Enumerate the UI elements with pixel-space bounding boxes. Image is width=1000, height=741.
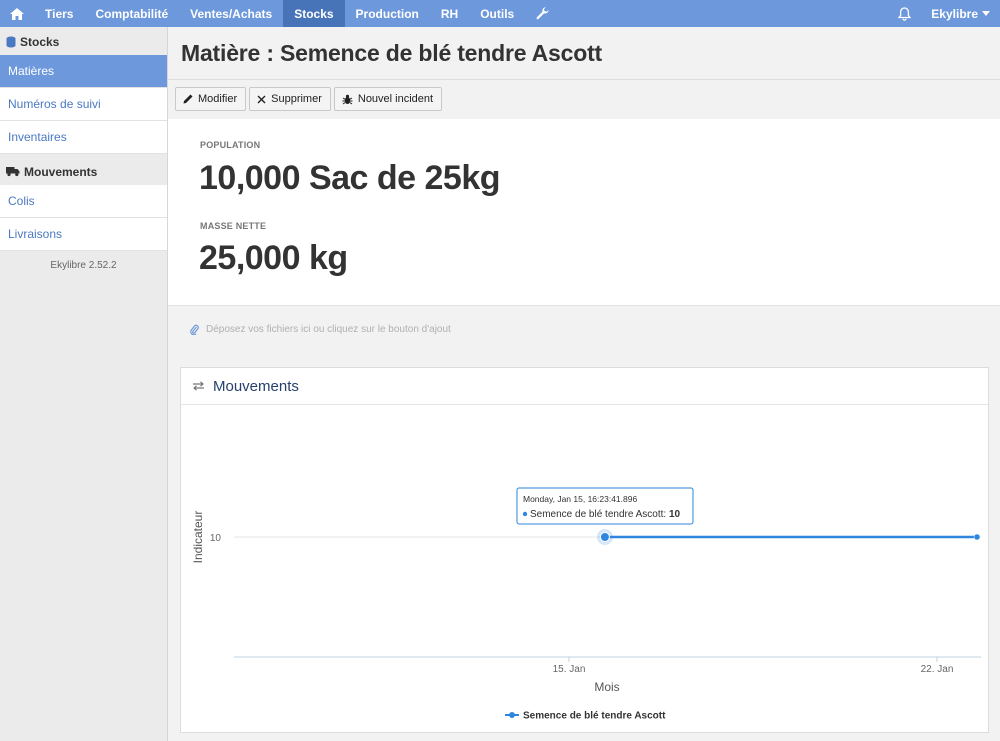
y-tick-label: 10: [210, 533, 222, 544]
movements-line-chart: 10 15. Jan 22. Jan Mois Indicateur Monda…: [191, 487, 981, 722]
user-name: Ekylibre: [931, 6, 978, 21]
nav-tiers[interactable]: Tiers: [34, 0, 84, 27]
sidebar-item-inventaires[interactable]: Inventaires: [0, 121, 167, 154]
edit-button[interactable]: Modifier: [175, 87, 247, 111]
legend-label: Semence de blé tendre Ascott: [523, 711, 666, 722]
tooltip-series-name: Semence de blé tendre Ascott: [530, 509, 664, 520]
home-icon[interactable]: [0, 0, 34, 27]
sidebar-item-matieres[interactable]: Matières: [0, 55, 167, 88]
new-incident-button[interactable]: Nouvel incident: [333, 87, 443, 111]
close-icon: [257, 95, 266, 104]
page-title: Matière : Semence de blé tendre Ascott: [181, 40, 603, 66]
series-layer: [596, 529, 981, 545]
sidebar-section-mouvements: Mouvements: [0, 158, 167, 185]
delete-button[interactable]: Supprimer: [249, 87, 331, 111]
svg-text:Semence de blé tendre Ascott:: Semence de blé tendre Ascott: 10: [530, 509, 681, 520]
top-navbar: Tiers Comptabilité Ventes/Achats Stocks …: [0, 0, 1000, 27]
caret-down-icon: [982, 11, 990, 16]
database-icon: [6, 36, 16, 48]
legend-marker: [509, 712, 515, 718]
chart-card-header: Mouvements: [181, 368, 988, 405]
dropzone-text: Déposez vos fichiers ici ou cliquez sur …: [206, 324, 451, 335]
population-value: 10,000 Sac de 25kg: [199, 159, 501, 197]
delete-button-label: Supprimer: [271, 93, 322, 105]
x-tick-label: 15. Jan: [553, 664, 586, 675]
sidebar-section-stocks: Stocks: [0, 28, 167, 55]
sidebar-section-title: Stocks: [20, 34, 60, 49]
nav-production[interactable]: Production: [345, 0, 430, 27]
x-axis-title: Mois: [594, 680, 619, 694]
nav-comptabilite[interactable]: Comptabilité: [84, 0, 179, 27]
nav-outils[interactable]: Outils: [469, 0, 525, 27]
paperclip-icon: [190, 324, 199, 335]
sidebar: Stocks Matières Numéros de suivi Inventa…: [0, 27, 168, 741]
movements-chart-card: Mouvements 10 15. Jan 22. Jan Mois Indic…: [180, 367, 989, 733]
sidebar-item-numeros-de-suivi[interactable]: Numéros de suivi: [0, 88, 167, 121]
chart-card-title: Mouvements: [213, 377, 299, 395]
data-point[interactable]: [599, 532, 610, 542]
nav-rh[interactable]: RH: [430, 0, 469, 27]
main-content: Matière : Semence de blé tendre Ascott M…: [168, 27, 1000, 741]
tooltip-date: Monday, Jan 15, 16:23:41.896: [523, 494, 637, 504]
x-tick-label: 22. Jan: [921, 664, 954, 675]
edit-button-label: Modifier: [198, 93, 238, 105]
indicators-panel: POPULATION 10,000 Sac de 25kg MASSE NETT…: [168, 119, 1000, 305]
user-menu[interactable]: Ekylibre: [923, 0, 1000, 27]
nav-stocks[interactable]: Stocks: [283, 0, 345, 27]
bell-icon[interactable]: [885, 0, 923, 27]
net-mass-label: MASSE NETTE: [200, 221, 267, 231]
net-mass-value: 25,000 kg: [199, 239, 348, 277]
transfer-arrows-icon: [192, 381, 205, 391]
chart-legend[interactable]: Semence de blé tendre Ascott: [505, 711, 666, 722]
bug-icon: [342, 94, 353, 105]
divider: [168, 79, 1000, 80]
new-incident-button-label: Nouvel incident: [357, 93, 434, 105]
wrench-icon[interactable]: [525, 0, 559, 27]
app-version: Ekylibre 2.52.2: [50, 260, 117, 271]
nav-ventes-achats[interactable]: Ventes/Achats: [179, 0, 283, 27]
truck-icon: [6, 166, 20, 177]
sidebar-section-title: Mouvements: [24, 164, 98, 179]
data-point[interactable]: [973, 533, 981, 541]
sidebar-item-colis[interactable]: Colis: [0, 185, 167, 218]
sidebar-item-livraisons[interactable]: Livraisons: [0, 218, 167, 251]
file-dropzone[interactable]: Déposez vos fichiers ici ou cliquez sur …: [168, 305, 1000, 353]
y-axis-title: Indicateur: [191, 511, 205, 564]
chart-tooltip: Monday, Jan 15, 16:23:41.896 Semence de …: [516, 487, 694, 525]
tooltip-value: 10: [669, 509, 681, 520]
population-label: POPULATION: [200, 140, 261, 150]
toolbar: Modifier Supprimer Nouvel incident: [175, 87, 445, 111]
tooltip-series-dot: [522, 511, 528, 517]
pencil-icon: [183, 94, 193, 104]
